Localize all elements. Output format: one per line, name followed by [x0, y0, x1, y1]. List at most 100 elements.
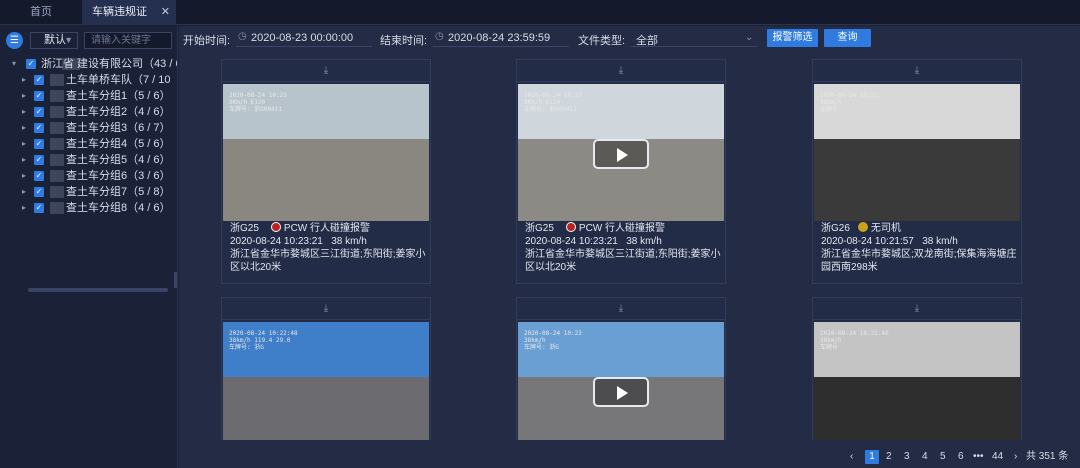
media-card[interactable]: ⤓ 2020-08-24 10:21 38km/h 车牌号 浙G26 无司机 20… [812, 59, 1022, 284]
caret-right-icon[interactable]: ▸ [22, 104, 26, 120]
checkbox[interactable]: ✓ [26, 59, 36, 69]
card-info: 浙G25 PCW 行人碰撞报警 2020-08-24 10:23:21 38 km… [525, 222, 721, 274]
checkbox[interactable]: ✓ [34, 123, 44, 133]
search-input[interactable]: 请输入关键字 [84, 32, 172, 49]
resize-handle[interactable] [174, 272, 177, 288]
download-icon[interactable]: ⤓ [517, 60, 725, 82]
tab-vehicle-violation[interactable]: 车辆违规证 ✕ [82, 0, 176, 25]
page-3[interactable]: 3 [904, 450, 910, 464]
media-card[interactable]: ⤓ 2020-08-24 10:23:40 38km/h 车牌号 [812, 297, 1022, 440]
page-ellipsis[interactable]: ••• [973, 450, 984, 464]
alarm-type: PCW 行人碰撞报警 [283, 223, 371, 234]
checkbox[interactable]: ✓ [34, 155, 44, 165]
page-1[interactable]: 1 [865, 450, 879, 464]
video-thumbnail[interactable]: 2020-08-24 10:23 38km/h 车牌号: 浙G [518, 322, 724, 440]
tree-node[interactable]: ▸ ✓ 查土车分组2（4 / 6） [0, 104, 177, 120]
end-time-underline [433, 46, 569, 47]
checkbox[interactable]: ✓ [34, 187, 44, 197]
image-road [223, 376, 429, 440]
download-icon[interactable]: ⤓ [222, 298, 430, 320]
caret-right-icon[interactable]: ▸ [22, 120, 26, 136]
speed: 38 km/h [922, 236, 958, 247]
media-card[interactable]: ⤓ 2020-08-24 10:23 9Km/h E120 车牌号: 浙G004… [221, 59, 431, 284]
image-overlay-text: 2020-08-24 10:23 38km/h 车牌号: 浙G [524, 330, 582, 351]
next-page-button[interactable]: › [1014, 450, 1017, 464]
image-road [814, 376, 1020, 440]
snapshot-image[interactable]: 2020-08-24 10:23 9Km/h E120 车牌号: 浙G00411 [223, 84, 429, 221]
snapshot-image[interactable]: 2020-08-24 10:23:40 38km/h 车牌号 [814, 322, 1020, 440]
tree-node[interactable]: ▸ ✓ 查土车分组3（6 / 7） [0, 120, 177, 136]
checkbox[interactable]: ✓ [34, 171, 44, 181]
tree-node-label: 查土车分组2（4 / 6） [66, 106, 171, 118]
menu-icon[interactable]: ☰ [6, 32, 23, 49]
redacted-mark [50, 138, 64, 150]
media-card[interactable]: ⤓ 2020-08-24 10:22:48 38km/h 119.4 29.0 … [221, 297, 431, 440]
media-card[interactable]: ⤓ 2020-08-24 10:23 38km/h 车牌号: 浙G [516, 297, 726, 440]
alarm-icon [270, 222, 281, 232]
event-time: 2020-08-24 10:23:21 [525, 236, 618, 247]
plate-number: 浙G26 [821, 223, 850, 234]
page-last[interactable]: 44 [992, 450, 1003, 464]
sidebar-toolbar: ☰ 默认 ▼ 请输入关键字 [6, 32, 172, 50]
download-icon[interactable]: ⤓ [813, 60, 1021, 82]
tab-home[interactable]: 首页 [0, 0, 82, 25]
alarm-filter-button[interactable]: 报警筛选 [767, 29, 818, 47]
checkbox[interactable]: ✓ [34, 75, 44, 85]
card-info: 浙G25 PCW 行人碰撞报警 2020-08-24 10:23:21 38 km… [230, 222, 426, 274]
download-icon[interactable]: ⤓ [517, 298, 725, 320]
caret-right-icon[interactable]: ▸ [22, 72, 26, 88]
image-overlay-text: 2020-08-24 10:23 9Km/h E120 车牌号: 浙G00411 [229, 92, 287, 113]
caret-right-icon[interactable]: ▸ [22, 200, 26, 216]
caret-right-icon[interactable]: ▸ [22, 184, 26, 200]
page-4[interactable]: 4 [922, 450, 928, 464]
play-icon[interactable] [593, 377, 649, 407]
redacted-mark [50, 122, 64, 134]
download-icon[interactable]: ⤓ [813, 298, 1021, 320]
tree-node[interactable]: ▸ ✓ 查土车分组1（5 / 6） [0, 88, 177, 104]
image-overlay-text: 2020-08-24 10:23 9Km/h E120 车牌号: 浙G00411 [524, 92, 582, 113]
snapshot-image[interactable]: 2020-08-24 10:21 38km/h 车牌号 [814, 84, 1020, 221]
address: 浙江省金华市婺城区三江街道;东阳街;姜家小区以北20米 [525, 249, 721, 273]
end-time-input[interactable]: 2020-08-24 23:59:59 [448, 32, 550, 44]
alarm-type: PCW 行人碰撞报警 [578, 223, 666, 234]
prev-page-button[interactable]: ‹ [850, 450, 853, 464]
caret-down-icon[interactable]: ▾ [12, 56, 16, 72]
download-icon[interactable]: ⤓ [222, 60, 430, 82]
image-road [223, 138, 429, 221]
snapshot-image[interactable]: 2020-08-24 10:22:48 38km/h 119.4 29.0 车牌… [223, 322, 429, 440]
page-6[interactable]: 6 [958, 450, 964, 464]
checkbox[interactable]: ✓ [34, 91, 44, 101]
query-button[interactable]: 查询 [824, 29, 871, 47]
start-time-input[interactable]: 2020-08-23 00:00:00 [251, 32, 353, 44]
redacted-mark [50, 106, 64, 118]
page-5[interactable]: 5 [940, 450, 946, 464]
redacted-mark [50, 154, 64, 166]
tab-home-label: 首页 [30, 6, 52, 18]
caret-right-icon[interactable]: ▸ [22, 152, 26, 168]
tree-node[interactable]: ▸ ✓ 查土车分组5（4 / 6） [0, 152, 177, 168]
image-road [814, 138, 1020, 221]
tree-node-company[interactable]: ▾ ✓ 浙江省 建设有限公司（43 / 6 [0, 56, 177, 72]
tree-node[interactable]: ▸ ✓ 查土车分组8（4 / 6） [0, 200, 177, 216]
media-card[interactable]: ⤓ 2020-08-24 10:23 9Km/h E120 车牌号: 浙G004… [516, 59, 726, 284]
view-select[interactable]: 默认 ▼ [30, 32, 78, 49]
checkbox[interactable]: ✓ [34, 107, 44, 117]
pagination: ‹ 1 2 3 4 5 6 ••• 44 › 共 351 条 [660, 450, 1080, 464]
caret-right-icon[interactable]: ▸ [22, 88, 26, 104]
caret-right-icon[interactable]: ▸ [22, 136, 26, 152]
video-thumbnail[interactable]: 2020-08-24 10:23 9Km/h E120 车牌号: 浙G00411 [518, 84, 724, 221]
caret-right-icon[interactable]: ▸ [22, 168, 26, 184]
tree-node[interactable]: ▸ ✓ 土车单桥车队（7 / 10 [0, 72, 177, 88]
tree-node[interactable]: ▸ ✓ 查土车分组6（3 / 6） [0, 168, 177, 184]
horizontal-scrollbar[interactable] [28, 288, 168, 292]
checkbox[interactable]: ✓ [34, 139, 44, 149]
close-icon[interactable]: ✕ [161, 0, 170, 25]
checkbox[interactable]: ✓ [34, 203, 44, 213]
main-panel: 开始时间: ◷ 2020-08-23 00:00:00 结束时间: ◷ 2020… [179, 26, 1080, 468]
page-2[interactable]: 2 [886, 450, 892, 464]
play-icon[interactable] [593, 139, 649, 169]
tree-node[interactable]: ▸ ✓ 查土车分组4（5 / 6） [0, 136, 177, 152]
media-grid: ⤓ 2020-08-24 10:23 9Km/h E120 车牌号: 浙G004… [190, 59, 1068, 440]
address: 浙江省金华市婺城区三江街道;东阳街;姜家小区以北20米 [230, 249, 426, 273]
tree-node[interactable]: ▸ ✓ 查土车分组7（5 / 8） [0, 184, 177, 200]
